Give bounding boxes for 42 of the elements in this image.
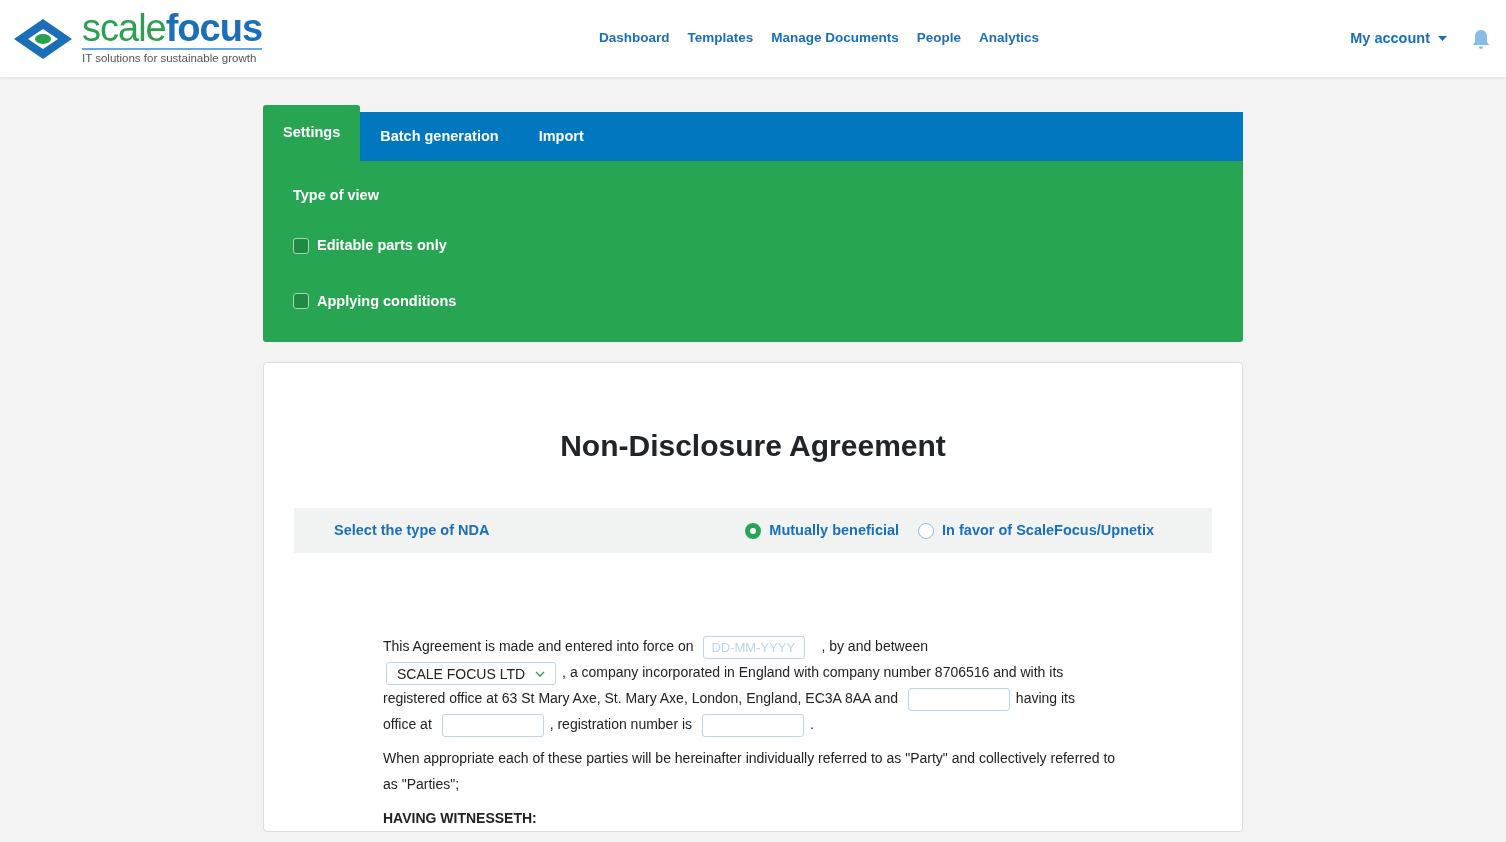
agreement-text: having its [1015, 690, 1075, 707]
input-field[interactable] [907, 688, 1010, 712]
input-field[interactable] [701, 714, 804, 738]
logo-icon [12, 16, 74, 61]
agreement-text: , a company incorporated in England with company number 8706516 and with its [562, 664, 1064, 681]
checkbox-label: Editable parts only [317, 235, 447, 255]
radio-button[interactable] [745, 522, 762, 539]
chevron-icon [535, 670, 546, 677]
agreement-text: , registration number is [549, 716, 693, 733]
checkbox-label: Applying conditions [317, 291, 457, 311]
tab[interactable]: Settings [263, 105, 361, 161]
bell-icon[interactable] [1472, 28, 1490, 49]
logo-wordmark: scalefocus [82, 9, 263, 51]
agreement-text: and [874, 690, 898, 707]
checkbox[interactable] [293, 293, 309, 310]
agreement-text: When appropriate each of these parties will be hereinafter individually referred to as "Party" and collectively referred to as "Parties"; [383, 749, 1117, 795]
nav-link[interactable]: Analytics [970, 28, 1049, 49]
logo-tagline: IT solutions for sustainable growth [82, 51, 258, 67]
date-field[interactable]: DD-MM-YYYY [703, 636, 806, 660]
account-menu[interactable]: My account [1341, 27, 1456, 50]
document-title: Non-Disclosure Agreement [559, 428, 947, 465]
agreement-text: , by and between [821, 638, 929, 655]
agreement-text: . [809, 716, 814, 733]
checkbox[interactable] [293, 237, 309, 254]
caret-icon [1438, 36, 1447, 41]
tab[interactable]: Import [518, 112, 604, 161]
agreement-text: registered office at 63 St Mary Axe, St. Mary Axe, London, England, EC3A 8AA [383, 690, 871, 707]
settings-heading: Type of view [293, 186, 380, 205]
agreement-text: This Agreement is made and entered into force on [383, 638, 694, 655]
radio-label: Mutually beneficial [769, 520, 900, 540]
agreement-text: office at [383, 716, 432, 733]
nav-link[interactable]: People [907, 28, 971, 49]
input-field[interactable] [441, 714, 544, 738]
nav-link[interactable]: Manage Documents [762, 28, 908, 49]
nav-link[interactable]: Dashboard [590, 28, 679, 49]
witness-heading: HAVING WITNESSETH: [383, 809, 538, 829]
radio-label: In favor of ScaleFocus/Upnetix [942, 520, 1154, 540]
nav-link[interactable]: Templates [678, 28, 763, 49]
tab[interactable]: Batch generation [360, 112, 519, 161]
company-dropdown[interactable]: SCALE FOCUS LTD [386, 662, 557, 686]
radio-button[interactable] [918, 522, 935, 539]
nda-type-label: Select the type of NDA [334, 520, 490, 540]
